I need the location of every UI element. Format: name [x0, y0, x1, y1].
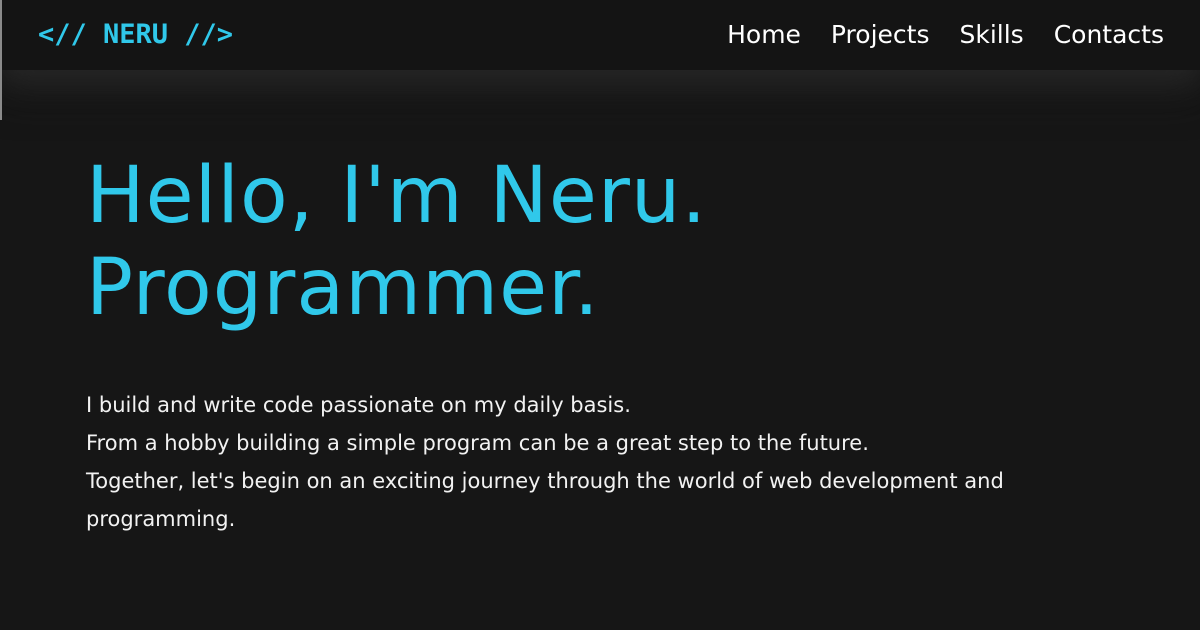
- hero-title: Hello, I'm Neru. Programmer.: [86, 150, 1146, 334]
- nav-link-projects[interactable]: Projects: [831, 20, 930, 49]
- hero-paragraph-1: I build and write code passionate on my …: [86, 393, 631, 417]
- hero-paragraph-3: Together, let's begin on an exciting jou…: [86, 469, 1004, 531]
- left-edge-divider: [0, 0, 2, 120]
- hero-title-line-2: Programmer.: [86, 243, 600, 333]
- navbar: <// NERU //> Home Projects Skills Contac…: [0, 0, 1200, 70]
- hero-paragraph-2: From a hobby building a simple program c…: [86, 431, 869, 455]
- hero-section: Hello, I'm Neru. Programmer. I build and…: [86, 150, 1146, 538]
- nav-menu: Home Projects Skills Contacts: [727, 14, 1164, 54]
- nav-link-contacts[interactable]: Contacts: [1054, 20, 1164, 49]
- hero-description: I build and write code passionate on my …: [86, 386, 1086, 538]
- site-logo[interactable]: <// NERU //>: [38, 15, 233, 55]
- hero-title-line-1: Hello, I'm Neru.: [86, 151, 708, 241]
- nav-link-skills[interactable]: Skills: [959, 20, 1023, 49]
- nav-link-home[interactable]: Home: [727, 20, 801, 49]
